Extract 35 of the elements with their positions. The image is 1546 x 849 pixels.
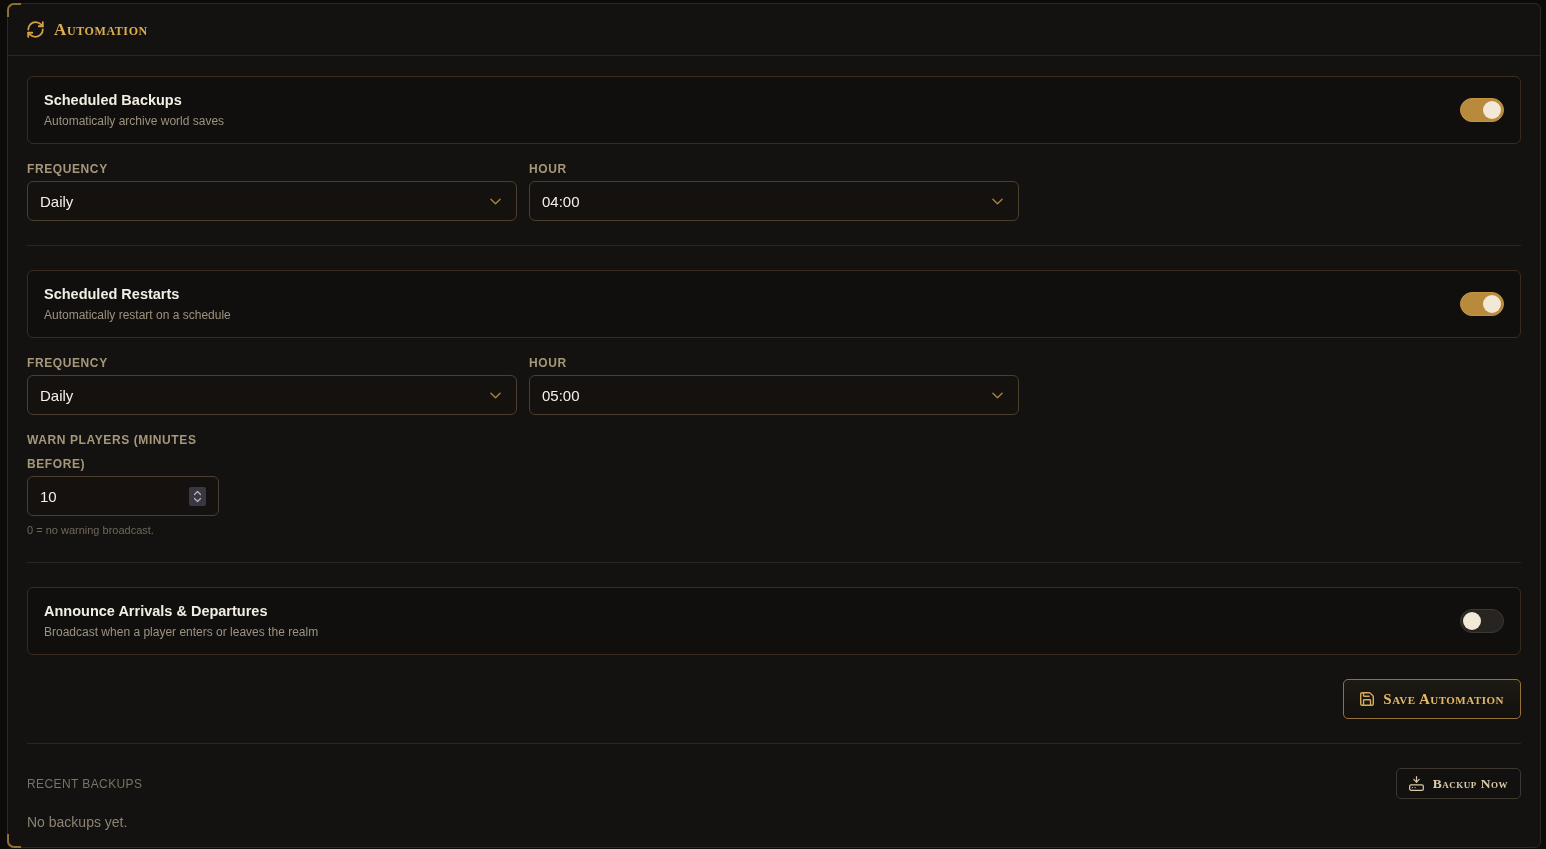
setting-description: Automatically restart on a schedule [44,307,231,323]
corner-ornament [7,834,21,848]
field-label: FREQUENCY [27,161,109,178]
empty-state-text: No backups yet. [27,814,128,830]
chevron-down-icon [992,391,1003,399]
field-label: HOUR [529,355,568,372]
field-hint: 0 = no warning broadcast. [27,523,155,538]
toggle-switch[interactable] [1460,609,1504,633]
download-icon [1408,776,1424,791]
chevron-down-icon [490,197,501,205]
field-label: FREQUENCY [27,355,109,372]
setting-title: Scheduled Restarts [44,285,181,303]
toggle-switch[interactable] [1460,98,1504,122]
field-label: WARN PLAYERS (MINUTES BEFORE) [27,432,198,473]
corner-ornament [7,3,21,17]
dropdown-field[interactable]: 04:00 [529,181,1019,221]
field-label: HOUR [529,161,568,178]
section-heading: RECENT BACKUPS [27,776,143,791]
setting-description: Broadcast when a player enters or leaves the realm [44,624,319,640]
toggle-switch[interactable] [1460,292,1504,316]
backup-now-button[interactable]: Backup Now [1395,768,1521,799]
panel-title: Automation [54,19,148,40]
save-button[interactable]: Save Automation [1343,679,1521,719]
chevron-down-icon [490,391,501,399]
setting-title: Scheduled Backups [44,91,183,109]
setting-description: Automatically archive world saves [44,113,225,129]
save-icon [1360,692,1375,706]
setting-title: Announce Arrivals & Departures [44,602,269,620]
chevron-down-icon [992,197,1003,205]
refresh-icon [27,21,44,38]
dropdown-field[interactable]: Daily [27,181,517,221]
dropdown-field[interactable]: Daily [27,375,517,415]
stepper-arrows-icon[interactable] [189,486,206,506]
number-field[interactable]: 10 [27,476,219,516]
dropdown-field[interactable]: 05:00 [529,375,1019,415]
